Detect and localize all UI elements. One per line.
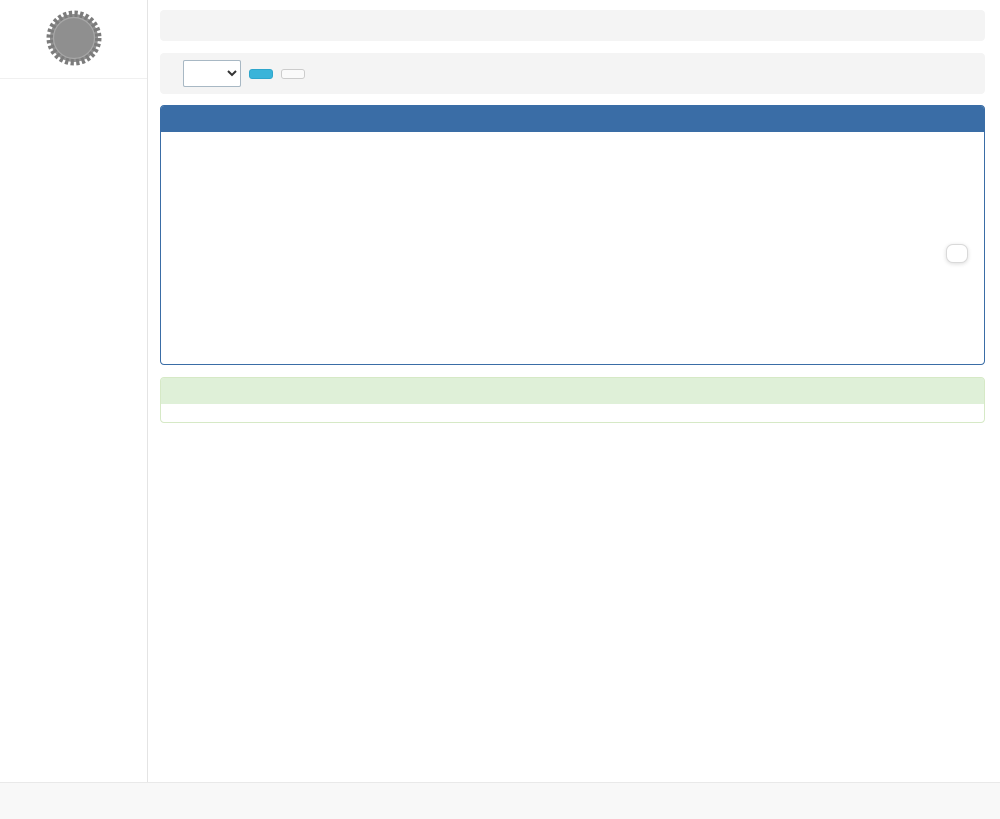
chart-x-axis-title — [173, 340, 972, 360]
detail-report-table-wrap — [161, 404, 984, 422]
year-select[interactable] — [183, 60, 241, 87]
app-window — [0, 0, 1000, 782]
detail-panel-title — [161, 378, 984, 404]
this-year-button[interactable] — [281, 69, 305, 79]
chart-y-axis-title — [173, 142, 972, 160]
detail-report-panel — [160, 377, 985, 423]
chart-tooltip — [946, 244, 968, 263]
view-report-button[interactable] — [249, 69, 273, 79]
report-filter-bar — [160, 53, 985, 94]
profit-line-chart — [173, 160, 972, 340]
logo — [0, 7, 147, 69]
sidebar — [0, 0, 148, 782]
breadcrumb — [160, 10, 985, 41]
profit-chart-panel — [160, 105, 985, 365]
no-logo-badge-icon — [43, 7, 105, 69]
profit-chart — [161, 132, 984, 364]
page-footer — [0, 782, 1000, 819]
chart-panel-title — [161, 106, 984, 132]
main-content — [148, 0, 1000, 782]
sidebar-menu — [0, 78, 147, 79]
